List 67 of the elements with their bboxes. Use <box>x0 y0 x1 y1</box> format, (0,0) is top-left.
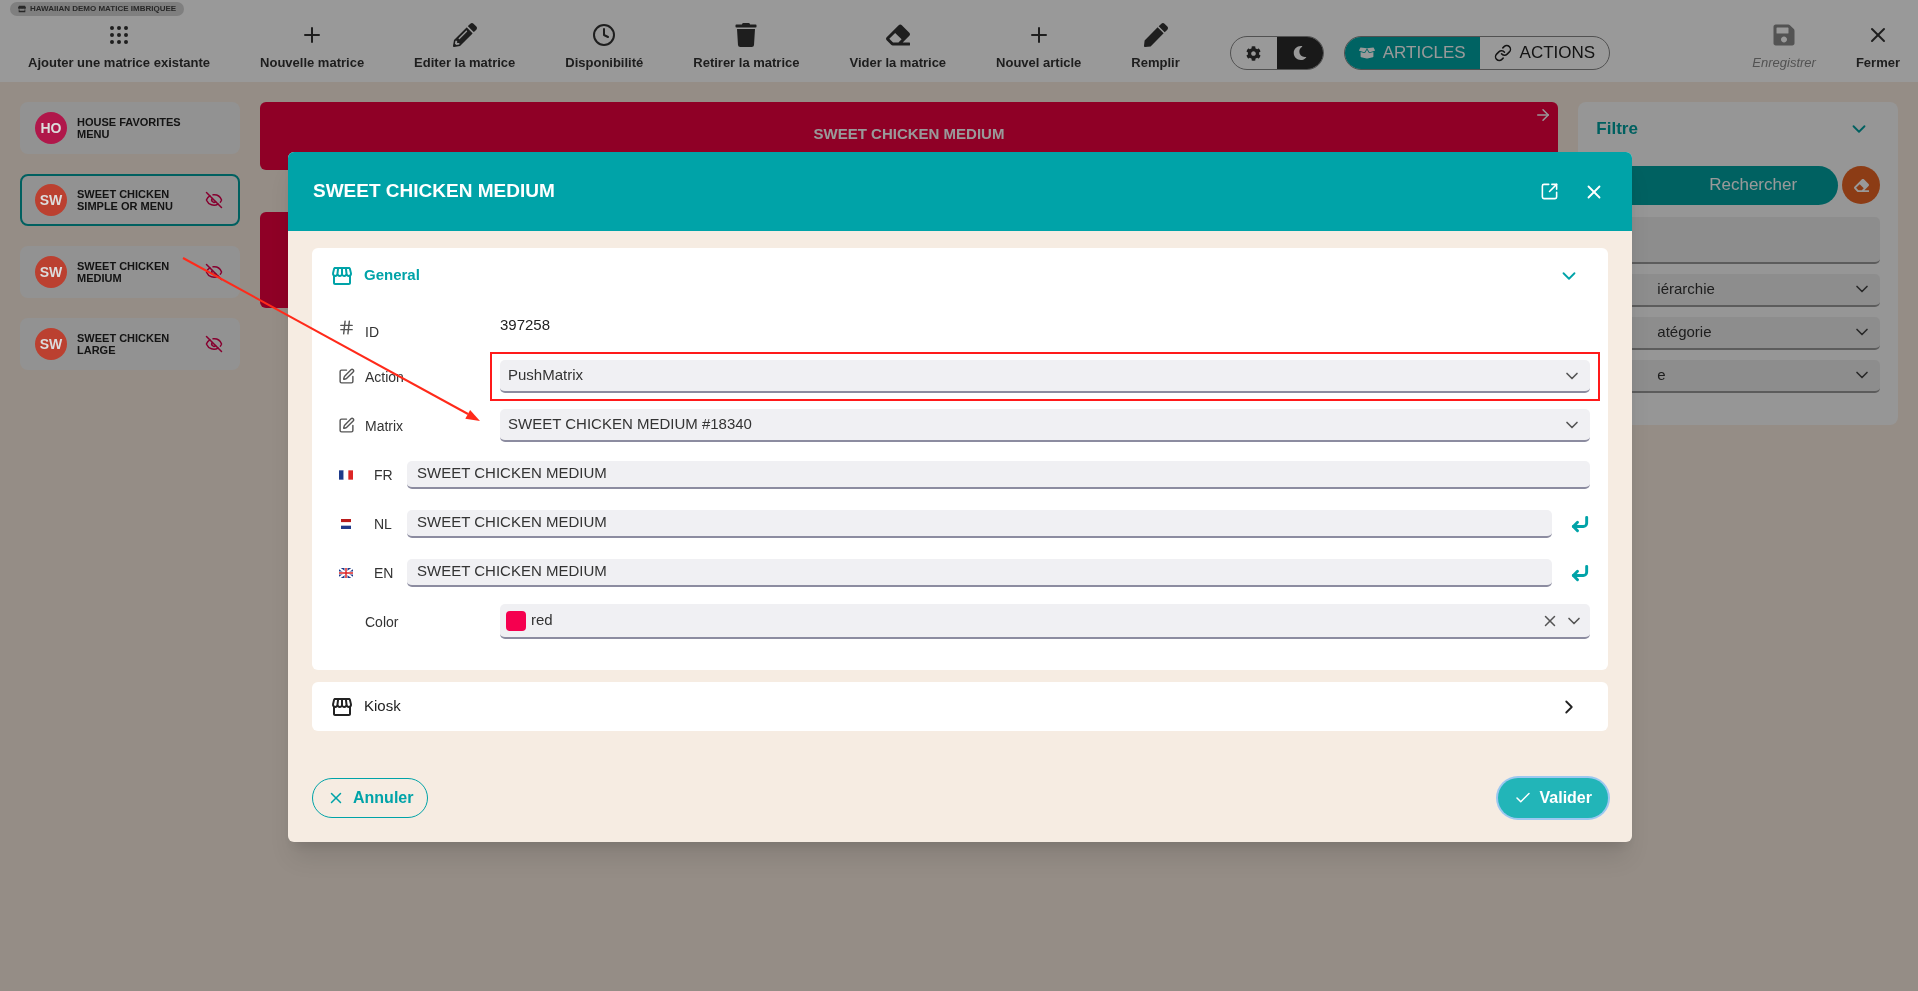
moon-icon <box>1292 46 1307 60</box>
field-label: FR <box>374 466 393 483</box>
edit-icon <box>337 417 355 434</box>
app-title-chip: HAWAIIAN DEMO MATICE IMBRIQUEE <box>10 2 185 16</box>
sidebar-item[interactable]: HO HOUSE FAVORITES MENU <box>20 102 240 154</box>
sidebar-item[interactable]: SW SWEET CHICKEN SIMPLE OR MENU <box>20 174 240 226</box>
toolbar-button[interactable]: Disponibilité <box>565 22 644 72</box>
expand-icon[interactable] <box>1540 182 1559 201</box>
eraser-icon <box>1853 177 1869 193</box>
toolbar-button[interactable]: Editer la matrice <box>414 22 516 72</box>
select-field[interactable]: PushMatrix <box>500 360 1590 393</box>
toolbar-button[interactable]: Nouvelle matrice <box>260 22 365 72</box>
toolbar-button[interactable]: Remplir <box>1131 22 1180 72</box>
theme-toggle[interactable] <box>1229 36 1324 70</box>
pencil-icon <box>452 22 477 47</box>
filter-title: Filtre <box>1596 118 1638 140</box>
clear-filter-button[interactable] <box>1842 166 1880 204</box>
pen-icon <box>1143 22 1168 47</box>
select-field[interactable]: SWEET CHICKEN MEDIUM #18340 <box>500 409 1590 442</box>
return-arrow-icon[interactable] <box>1570 513 1590 534</box>
dialog-title: SWEET CHICKEN MEDIUM <box>313 179 556 204</box>
sidebar-item-label: SWEET CHICKEN SIMPLE OR MENU <box>77 188 174 212</box>
dark-theme-option[interactable] <box>1276 37 1323 69</box>
text-field[interactable]: SWEET CHICKEN MEDIUM <box>407 460 1590 489</box>
edit-icon <box>337 368 355 385</box>
text-field[interactable]: SWEET CHICKEN MEDIUM <box>407 509 1552 538</box>
hash-icon <box>337 319 355 336</box>
save-icon <box>1772 22 1797 47</box>
field-label: EN <box>374 564 394 581</box>
dutch-flag-icon <box>339 518 353 529</box>
field-label: NL <box>374 515 392 532</box>
view-tab[interactable]: ACTIONS <box>1479 37 1610 69</box>
field-label: Action <box>365 368 404 385</box>
text-field[interactable]: SWEET CHICKEN MEDIUM <box>407 558 1552 587</box>
clock-icon <box>592 22 617 47</box>
field-label: Matrix <box>365 417 404 434</box>
avatar: SW <box>35 328 67 360</box>
store-icon <box>18 5 26 13</box>
sidebar-item-label: SWEET CHICKEN MEDIUM <box>77 260 171 284</box>
box-icon <box>1358 45 1375 61</box>
field-label: ID <box>365 323 379 340</box>
sidebar-item[interactable]: SW SWEET CHICKEN MEDIUM <box>20 246 240 298</box>
toolbar-button[interactable]: Fermer <box>1855 22 1900 72</box>
sidebar-item[interactable]: SW SWEET CHICKEN LARGE <box>20 318 240 370</box>
field-label: Color <box>365 613 399 630</box>
toolbar-button[interactable]: Ajouter une matrice existante <box>28 22 211 72</box>
id-value: 397258 <box>500 315 551 336</box>
eraser-icon <box>885 22 910 47</box>
section-header[interactable]: General <box>330 248 1590 303</box>
avatar: SW <box>35 184 67 216</box>
avatar: SW <box>35 256 67 288</box>
french-flag-icon <box>339 469 353 480</box>
return-arrow-icon[interactable] <box>1570 562 1590 583</box>
sidebar-item-label: HOUSE FAVORITES MENU <box>77 116 182 140</box>
sidebar-item-label: SWEET CHICKEN LARGE <box>77 332 171 356</box>
section-header[interactable]: Kiosk <box>330 682 1590 731</box>
toolbar-button[interactable]: Vider la matrice <box>849 22 947 72</box>
color-select[interactable]: red <box>500 604 1590 639</box>
trash-icon <box>734 22 759 47</box>
eye-off-icon[interactable] <box>204 263 223 281</box>
avatar: HO <box>35 112 67 144</box>
toolbar-button[interactable]: Nouvel article <box>996 22 1082 72</box>
link-icon <box>1493 44 1512 62</box>
british-flag-icon <box>339 567 353 578</box>
eye-off-icon[interactable] <box>204 335 223 353</box>
toolbar-button[interactable]: Retirer la matrice <box>693 22 800 72</box>
eye-off-icon[interactable] <box>204 191 223 209</box>
